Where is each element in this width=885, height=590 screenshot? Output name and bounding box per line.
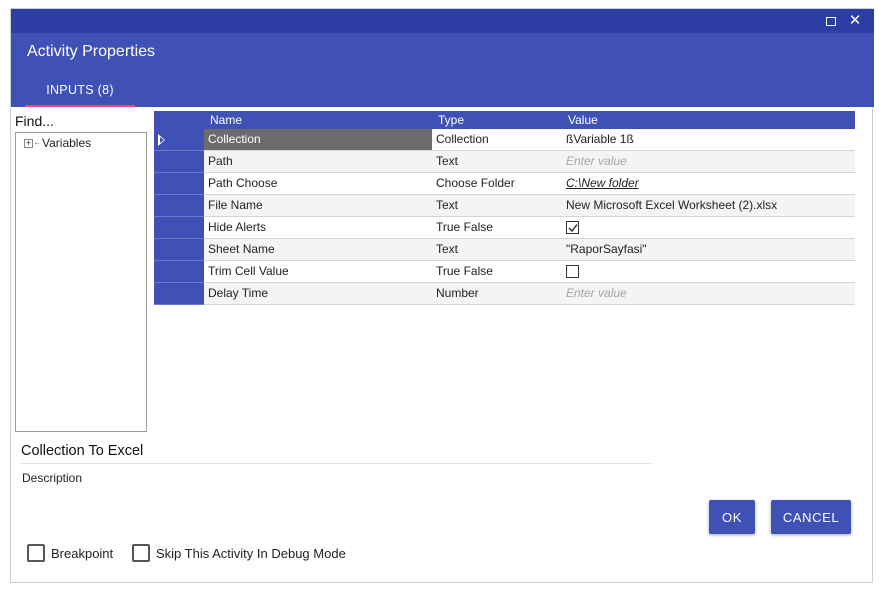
- table-row[interactable]: File Name Text New Microsoft Excel Workshe…: [154, 195, 855, 217]
- page-title: Activity Properties: [27, 43, 156, 60]
- property-type-cell: Text: [436, 198, 459, 212]
- property-name-cell[interactable]: File Name: [204, 195, 432, 216]
- property-name-cell[interactable]: Delay Time: [204, 283, 432, 304]
- value-text: "RaporSayfasi": [566, 242, 647, 256]
- row-header[interactable]: [154, 173, 204, 195]
- property-type-cell: Collection: [436, 132, 489, 146]
- find-label[interactable]: Find...: [15, 113, 54, 129]
- tree-expand-icon[interactable]: +: [24, 138, 33, 148]
- property-value-cell[interactable]: [566, 261, 855, 282]
- property-type-cell: Number: [436, 286, 479, 300]
- row-header[interactable]: [154, 283, 204, 305]
- property-value-cell[interactable]: [566, 217, 855, 238]
- table-row[interactable]: Path Choose Choose Folder C:\New folder: [154, 173, 855, 195]
- property-value-cell[interactable]: "RaporSayfasi": [566, 239, 855, 260]
- grid-body: Collection Collection ßVariable 1ß Path Text…: [154, 129, 855, 305]
- value-text: ßVariable 1ß: [566, 132, 634, 146]
- row-header[interactable]: [154, 261, 204, 283]
- folder-path-link[interactable]: C:\New folder: [566, 176, 639, 190]
- property-type-cell: Choose Folder: [436, 176, 515, 190]
- skip-debug-label: Skip This Activity In Debug Mode: [156, 545, 346, 561]
- property-name-cell[interactable]: Collection: [204, 129, 432, 150]
- property-name-cell[interactable]: Path Choose: [204, 173, 432, 194]
- breakpoint-label: Breakpoint: [51, 545, 114, 561]
- property-type-cell: True False: [436, 264, 493, 278]
- maximize-icon[interactable]: [823, 13, 839, 29]
- divider: [21, 463, 651, 464]
- property-name-cell[interactable]: Hide Alerts: [204, 217, 432, 238]
- value-placeholder: Enter value: [566, 154, 627, 168]
- tab-inputs[interactable]: INPUTS (8): [25, 79, 135, 107]
- title-bar: ✕: [11, 9, 874, 33]
- property-value-cell[interactable]: Enter value: [566, 283, 855, 304]
- activity-name: Collection To Excel: [21, 443, 144, 459]
- row-pointer-icon[interactable]: [154, 129, 204, 151]
- skip-debug-checkbox[interactable]: Skip This Activity In Debug Mode: [132, 544, 346, 562]
- table-row[interactable]: Trim Cell Value True False: [154, 261, 855, 283]
- variables-tree[interactable]: + Variables: [15, 132, 147, 432]
- tab-active-indicator: [25, 105, 135, 107]
- row-header[interactable]: [154, 195, 204, 217]
- tree-item-variables[interactable]: + Variables: [24, 136, 91, 150]
- table-row[interactable]: Sheet Name Text "RaporSayfasi": [154, 239, 855, 261]
- dialog-header: Activity Properties INPUTS (8): [11, 33, 874, 107]
- tree-item-label: Variables: [42, 136, 92, 150]
- row-header[interactable]: [154, 239, 204, 261]
- value-text: New Microsoft Excel Worksheet (2).xlsx: [566, 198, 778, 212]
- column-header-type[interactable]: Type: [438, 113, 464, 127]
- checkmark-icon: [568, 224, 578, 233]
- value-placeholder: Enter value: [566, 286, 627, 300]
- property-type-cell: True False: [436, 220, 493, 234]
- grid-header: Name Type Value: [154, 111, 855, 129]
- property-name-cell[interactable]: Path: [204, 151, 432, 172]
- close-icon[interactable]: ✕: [847, 13, 863, 29]
- description-label[interactable]: Description: [22, 471, 82, 485]
- property-value-cell[interactable]: Enter value: [566, 151, 855, 172]
- property-value-cell[interactable]: New Microsoft Excel Worksheet (2).xlsx: [566, 195, 855, 216]
- property-value-cell[interactable]: C:\New folder: [566, 173, 855, 194]
- column-header-value[interactable]: Value: [568, 113, 598, 127]
- property-name-cell[interactable]: Sheet Name: [204, 239, 432, 260]
- property-type-cell: Text: [436, 242, 459, 256]
- column-header-name[interactable]: Name: [210, 113, 242, 127]
- activity-properties-dialog: ✕ Activity Properties INPUTS (8) Find...…: [10, 8, 874, 583]
- table-row[interactable]: Path Text Enter value: [154, 151, 855, 173]
- cancel-button[interactable]: CANCEL: [771, 500, 851, 534]
- property-name-cell[interactable]: Trim Cell Value: [204, 261, 432, 282]
- ok-button[interactable]: OK: [709, 500, 755, 534]
- breakpoint-checkbox-box[interactable]: [27, 544, 45, 562]
- tab-inputs-label: INPUTS (8): [46, 83, 114, 97]
- unchecked-checkbox[interactable]: [566, 265, 579, 278]
- row-header[interactable]: [154, 151, 204, 173]
- table-row[interactable]: Hide Alerts True False: [154, 217, 855, 239]
- table-row[interactable]: Collection Collection ßVariable 1ß: [154, 129, 855, 151]
- property-type-cell: Text: [436, 154, 459, 168]
- property-value-cell[interactable]: ßVariable 1ß: [566, 129, 855, 150]
- table-row[interactable]: Delay Time Number Enter value: [154, 283, 855, 305]
- row-header[interactable]: [154, 217, 204, 239]
- properties-grid: Name Type Value Collection Collection ßVar…: [154, 111, 855, 305]
- breakpoint-checkbox[interactable]: Breakpoint: [27, 544, 113, 562]
- skip-debug-checkbox-box[interactable]: [132, 544, 150, 562]
- checked-checkbox[interactable]: [566, 221, 579, 234]
- tree-connector: [35, 142, 39, 144]
